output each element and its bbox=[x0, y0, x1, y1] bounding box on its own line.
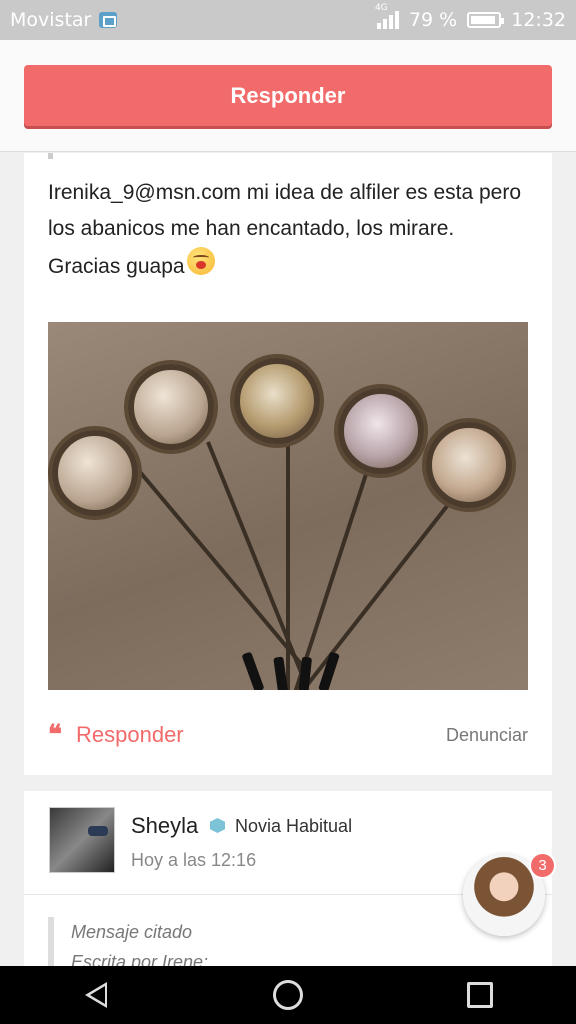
status-right: 4G 79 % 12:32 bbox=[375, 3, 566, 31]
carrier-group: Movistar bbox=[10, 9, 118, 31]
post-timestamp: Hoy a las 12:16 bbox=[131, 850, 257, 870]
reply-toolbar: Responder bbox=[0, 40, 576, 152]
image-notification-icon bbox=[99, 12, 118, 28]
clock: 12:32 bbox=[511, 9, 566, 31]
kiss-emoji-icon bbox=[186, 247, 215, 275]
signal-icon: 4G bbox=[375, 3, 399, 29]
report-link[interactable]: Denunciar bbox=[446, 725, 528, 746]
battery-icon bbox=[467, 12, 505, 28]
home-button[interactable] bbox=[258, 966, 318, 1024]
network-type: 4G bbox=[374, 3, 388, 13]
navigation-bar bbox=[0, 966, 576, 1024]
post-text: Irenika_9@msn.com mi idea de alfiler es … bbox=[48, 181, 522, 278]
rank-badge-icon bbox=[210, 818, 225, 833]
post-card: Irenika_9@msn.com mi idea de alfiler es … bbox=[24, 153, 552, 775]
back-icon bbox=[85, 982, 107, 1008]
post-body: Irenika_9@msn.com mi idea de alfiler es … bbox=[48, 175, 528, 285]
reply-link[interactable]: Responder bbox=[76, 722, 184, 748]
recents-icon bbox=[467, 982, 493, 1008]
chat-notification-badge[interactable]: 3 bbox=[529, 852, 556, 879]
avatar[interactable] bbox=[49, 807, 115, 873]
username[interactable]: Sheyla bbox=[131, 813, 198, 839]
back-button[interactable] bbox=[66, 966, 126, 1024]
post-image[interactable] bbox=[48, 322, 528, 690]
quote-title: Mensaje citado bbox=[71, 922, 193, 942]
reply-button[interactable]: Responder bbox=[24, 65, 552, 126]
recents-button[interactable] bbox=[450, 966, 510, 1024]
battery-percent: 79 % bbox=[408, 9, 458, 31]
home-icon bbox=[273, 980, 303, 1010]
user-rank: Novia Habitual bbox=[235, 816, 353, 836]
post-actions: ❝ Responder Denunciar bbox=[48, 720, 528, 750]
carrier-name: Movistar bbox=[10, 9, 92, 31]
quote-stub bbox=[48, 153, 53, 159]
status-bar: Movistar 4G 79 % 12:32 bbox=[0, 0, 576, 40]
quote-icon[interactable]: ❝ bbox=[48, 722, 62, 748]
